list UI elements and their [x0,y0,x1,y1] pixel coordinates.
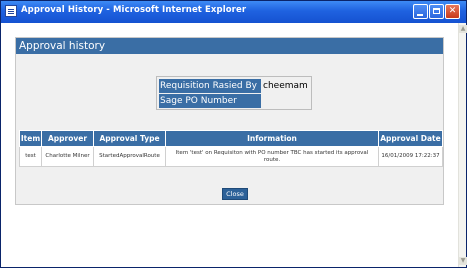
window-title: Approval History - Microsoft Internet Ex… [21,5,247,15]
requisition-info-box: Requisition Rasied By cheemam Sage PO Nu… [156,76,312,110]
raised-by-value: cheemam [263,81,308,91]
approval-history-panel: Approval history Requisition Rasied By c… [15,37,444,205]
close-button[interactable]: Close [222,188,248,200]
cell-approval-date: 16/01/2009 17:22:37 [378,146,443,167]
close-icon[interactable] [445,4,460,19]
scroll-down-arrow-icon[interactable]: ▼ [459,257,467,265]
column-header-approval-date: Approval Date [378,130,443,147]
sage-po-label: Sage PO Number [159,94,261,108]
cell-approval-type: StartedApprovalRoute [93,146,166,167]
panel-heading: Approval history [16,38,443,54]
column-header-approval-type: Approval Type [93,130,166,147]
vertical-scrollbar[interactable]: ▲ ▼ [458,23,467,267]
column-header-item: Item [19,130,42,147]
scroll-up-arrow-icon[interactable]: ▲ [459,25,467,33]
raised-by-label: Requisition Rasied By [159,79,261,93]
table-row: test Charlotte Milner StartedApprovalRou… [19,146,443,167]
column-header-information: Information [165,130,379,147]
minimize-icon[interactable] [413,4,428,19]
ie-page-icon [5,5,17,17]
cell-information: Item 'test' on Requisiton with PO number… [165,146,379,167]
browser-popup-window: Approval History - Microsoft Internet Ex… [0,0,467,268]
page-content: Approval history Requisition Rasied By c… [2,23,458,267]
approval-history-table: Item Approver Approval Type Information … [19,130,443,167]
cell-item: test [19,146,42,167]
table-header-row: Item Approver Approval Type Information … [19,130,443,147]
column-header-approver: Approver [41,130,94,147]
maximize-icon[interactable] [429,4,444,19]
title-bar[interactable]: Approval History - Microsoft Internet Ex… [1,1,466,23]
cell-approver: Charlotte Milner [41,146,94,167]
